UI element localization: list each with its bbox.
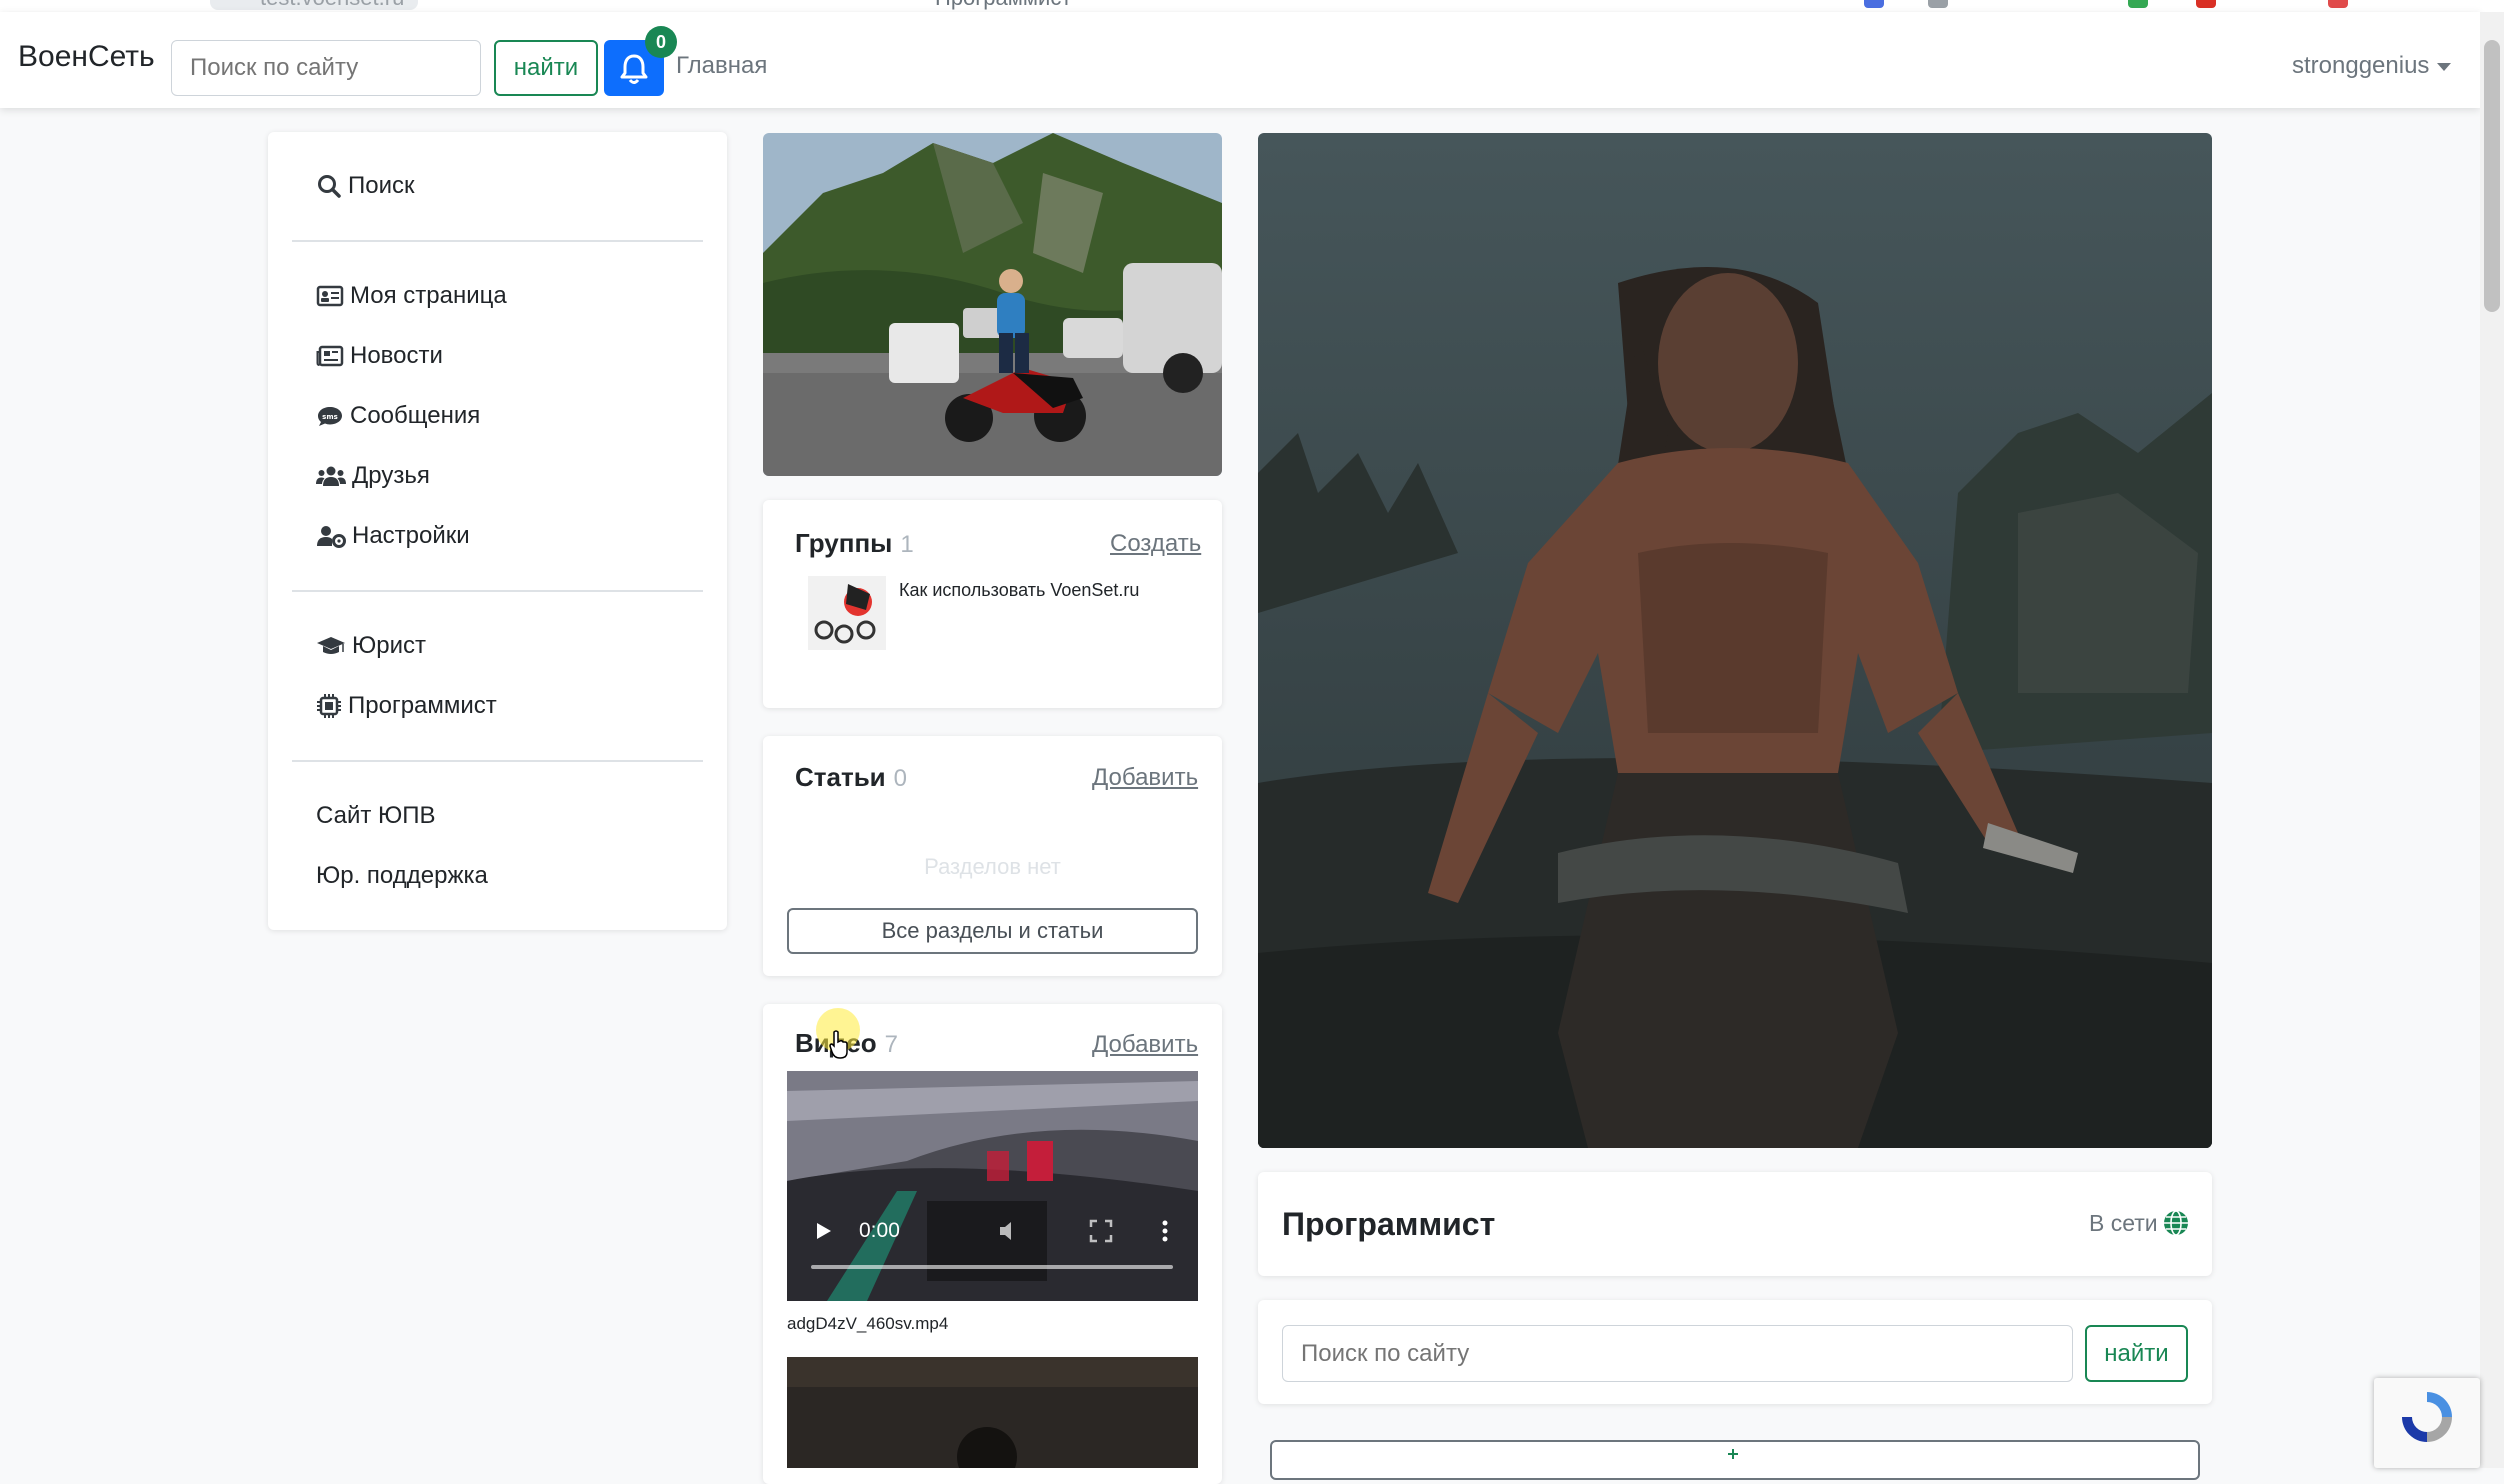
profile-search-input[interactable] [1282,1325,2073,1382]
id-card-icon [316,285,344,307]
groups-title: Группы 1 [795,528,914,558]
sidebar-item-news[interactable]: Новости [316,342,443,370]
warrior-photo [1258,133,2212,1148]
sidebar-item-my-page[interactable]: Моя страница [316,282,507,310]
video-player-2[interactable] [787,1357,1198,1468]
play-icon[interactable] [815,1221,833,1241]
sidebar-item-label: Новости [350,342,443,369]
globe-icon [2164,1210,2188,1236]
group-avatar[interactable] [808,576,886,650]
recaptcha-icon [2402,1392,2452,1442]
top-navbar: ВоенСеть найти 0 Главная stronggenius [0,12,2480,108]
sidebar-item-label: Друзья [352,462,430,489]
sidebar-item-label: Настройки [352,522,470,549]
address-bar[interactable]: test.voenset.ru [210,0,419,10]
online-status: В сети [2089,1210,2158,1236]
fullscreen-icon[interactable] [1089,1219,1113,1243]
videos-count: 7 [884,1031,898,1058]
graduation-cap-icon [317,637,345,654]
user-menu-dropdown[interactable]: stronggenius [2292,52,2452,80]
window-title: Программист [935,0,1071,10]
username: stronggenius [2292,52,2430,79]
sidebar-item-programmer[interactable]: Программист [316,692,497,720]
more-options-icon[interactable] [1159,1219,1171,1243]
newspaper-icon [316,345,344,367]
sidebar-divider [292,760,703,762]
sidebar-item-label: Юрист [352,632,426,659]
caret-down-icon [2437,62,2452,71]
sidebar-item-label: Поиск [348,172,415,199]
sidebar-item-friends[interactable]: Друзья [316,462,430,490]
groups-count: 1 [900,531,914,558]
extension-icon[interactable] [1864,0,1884,8]
brand-logo[interactable]: ВоенСеть [18,40,155,74]
sidebar-item-messages[interactable]: sms Сообщения [316,402,480,430]
microchip-icon [317,694,341,718]
video-progress-bar[interactable] [811,1265,1173,1269]
sidebar-divider [292,590,703,592]
user-cog-icon [317,526,346,548]
sidebar-item-label: Программист [348,692,497,719]
cover-image[interactable] [1258,133,2212,1148]
extension-icon[interactable] [2128,0,2148,8]
add-post-button[interactable] [1270,1440,2200,1480]
profile-search-button[interactable]: найти [2085,1325,2188,1382]
motorcycle-photo [763,133,1222,476]
sidebar-item-search[interactable]: Поиск [316,172,415,200]
profile-photo[interactable] [763,133,1222,476]
search-icon [318,175,341,198]
articles-title: Статьи 0 [795,762,908,792]
video-player[interactable]: 0:00 [787,1071,1198,1301]
sms-bubble-icon: sms [318,407,342,426]
articles-empty-text: Разделов нет [924,854,1061,879]
articles-count: 0 [893,765,908,792]
groups-create-link[interactable]: Создать [1110,530,1201,558]
svg-text:sms: sms [322,413,338,421]
videos-add-link[interactable]: Добавить [1092,1031,1198,1059]
hand-cursor-icon [829,1030,848,1059]
extension-icon[interactable] [1928,0,1948,8]
nav-home-link[interactable]: Главная [676,52,767,80]
volume-icon[interactable] [997,1219,1023,1243]
sidebar-divider [292,240,703,242]
articles-add-link[interactable]: Добавить [1092,764,1198,792]
scrollbar-thumb[interactable] [2484,40,2500,312]
sidebar-item-label: Моя страница [350,282,507,309]
group-name[interactable]: Как использовать VoenSet.ru [899,580,1139,601]
video-time: 0:00 [859,1219,900,1242]
browser-toolbar: test.voenset.ru Программист [0,0,2504,12]
sidebar-item-settings[interactable]: Настройки [316,522,470,550]
all-articles-button[interactable]: Все разделы и статьи [787,908,1198,954]
recaptcha-badge[interactable] [2374,1378,2480,1468]
profile-title: Программист [1282,1206,1496,1242]
users-icon [316,466,346,486]
sidebar-link-upv-site[interactable]: Сайт ЮПВ [316,802,436,830]
sidebar-link-legal-support[interactable]: Юр. поддержка [316,862,488,890]
video-thumbnail [787,1357,1198,1468]
sidebar-item-label: Сообщения [350,402,481,429]
plus-icon [1728,1449,1738,1459]
extension-icon[interactable] [2196,0,2216,8]
extension-icon[interactable] [2328,0,2348,8]
navbar-search-button[interactable]: найти [494,40,598,96]
notifications-badge: 0 [645,26,677,58]
video-filename[interactable]: adgD4zV_460sv.mp4 [787,1314,948,1334]
navbar-search-input[interactable] [171,40,481,96]
sidebar-item-lawyer[interactable]: Юрист [316,632,426,660]
